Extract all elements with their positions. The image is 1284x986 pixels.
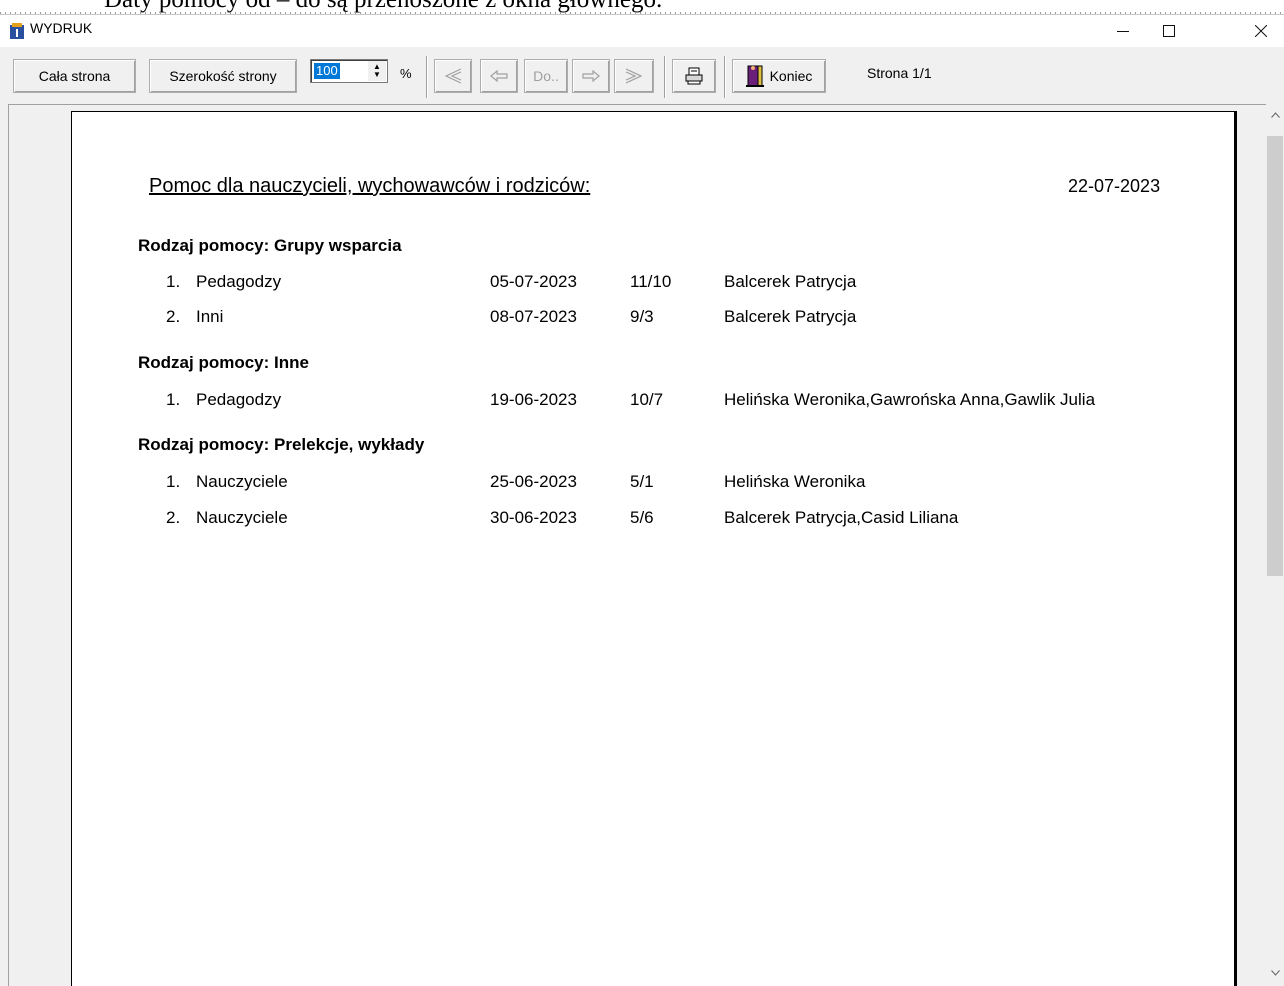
section-heading: Rodzaj pomocy: Inne	[138, 353, 309, 372]
report-date: 22-07-2023	[1068, 176, 1161, 196]
row-code: 5/1	[630, 472, 654, 491]
row-name: Pedagodzy	[196, 390, 282, 409]
title-bar[interactable]: WYDRUK	[0, 15, 1284, 47]
separator	[724, 56, 726, 98]
row-name: Nauczyciele	[196, 508, 288, 527]
close-button[interactable]	[1238, 15, 1284, 47]
printer-icon	[685, 67, 703, 85]
row-name: Pedagodzy	[196, 272, 282, 291]
zoom-input[interactable]: 100 ▲ ▼	[310, 59, 388, 83]
row-number: 1.	[166, 472, 181, 491]
table-row: 1. Pedagodzy 05-07-2023 11/10 Balcerek P…	[72, 272, 1234, 296]
toolbar: Cała strona Szerokość strony 100 ▲ ▼ % D…	[8, 48, 1284, 104]
goto-page-button[interactable]: Do..	[524, 59, 568, 93]
print-preview-window: WYDRUK Cała strona Szerokość strony 100 …	[0, 14, 1284, 986]
next-page-button[interactable]	[572, 59, 610, 93]
first-page-button[interactable]	[434, 59, 472, 93]
chevron-up-icon	[1270, 112, 1280, 118]
preview-viewport[interactable]: Pomoc dla nauczycieli, wychowawców i rod…	[8, 104, 1267, 986]
maximize-button[interactable]	[1146, 15, 1192, 47]
row-date: 30-06-2023	[490, 508, 577, 527]
print-button[interactable]	[672, 59, 716, 93]
prev-page-button[interactable]	[480, 59, 518, 93]
row-code: 10/7	[630, 390, 664, 409]
row-date: 08-07-2023	[490, 307, 577, 326]
full-page-button[interactable]: Cała strona	[13, 59, 136, 93]
row-name: Inni	[196, 307, 224, 326]
row-date: 19-06-2023	[490, 390, 577, 409]
close-icon	[1255, 25, 1267, 37]
row-number: 2.	[166, 307, 181, 326]
row-date: 25-06-2023	[490, 472, 577, 491]
vertical-scrollbar[interactable]	[1266, 104, 1284, 986]
exit-label: Koniec	[769, 68, 813, 84]
row-persons: Helińska Weronika	[724, 472, 866, 491]
next-page-icon	[582, 69, 600, 83]
page-status: Strona 1/1	[867, 65, 932, 81]
row-number: 1.	[166, 390, 181, 409]
report-title: Pomoc dla nauczycieli, wychowawców i rod…	[149, 175, 591, 197]
minimize-button[interactable]	[1100, 15, 1146, 47]
scroll-down-button[interactable]	[1266, 964, 1284, 982]
first-page-icon	[444, 68, 462, 84]
minimize-icon	[1117, 31, 1129, 32]
row-code: 5/6	[630, 508, 654, 527]
spin-down-icon: ▼	[373, 70, 381, 79]
row-persons: Balcerek Patrycja,Casid Liliana	[724, 508, 959, 527]
exit-button[interactable]: Koniec	[732, 59, 826, 93]
table-row: 1. Pedagodzy 19-06-2023 10/7 Helińska We…	[72, 390, 1234, 414]
section-heading: Rodzaj pomocy: Prelekcje, wykłady	[138, 435, 425, 454]
row-persons: Balcerek Patrycja	[724, 272, 857, 291]
table-row: 2. Inni 08-07-2023 9/3 Balcerek Patrycja	[72, 307, 1234, 331]
zoom-value: 100	[314, 63, 340, 79]
separator	[426, 56, 428, 98]
page-width-button[interactable]: Szerokość strony	[149, 59, 297, 93]
report-page: Pomoc dla nauczycieli, wychowawców i rod…	[71, 111, 1237, 986]
scroll-thumb[interactable]	[1267, 136, 1283, 576]
separator	[664, 56, 666, 98]
chevron-down-icon	[1270, 970, 1280, 976]
section-heading: Rodzaj pomocy: Grupy wsparcia	[138, 236, 402, 255]
row-date: 05-07-2023	[490, 272, 577, 291]
row-persons: Balcerek Patrycja	[724, 307, 857, 326]
prev-page-icon	[490, 69, 508, 83]
last-page-icon	[625, 68, 643, 84]
row-code: 9/3	[630, 307, 654, 326]
zoom-unit: %	[400, 66, 412, 81]
row-persons: Helińska Weronika,Gawrońska Anna,Gawlik …	[724, 390, 1096, 409]
row-name: Nauczyciele	[196, 472, 288, 491]
table-row: 2. Nauczyciele 30-06-2023 5/6 Balcerek P…	[72, 508, 1234, 532]
app-icon	[10, 23, 24, 39]
exit-door-icon	[745, 65, 764, 87]
row-number: 2.	[166, 508, 181, 527]
zoom-spinner[interactable]: ▲ ▼	[368, 61, 386, 81]
window-title: WYDRUK	[30, 20, 93, 36]
last-page-button[interactable]	[614, 59, 654, 93]
maximize-icon	[1163, 25, 1175, 37]
row-code: 11/10	[630, 272, 672, 291]
scroll-up-button[interactable]	[1266, 106, 1284, 124]
table-row: 1. Nauczyciele 25-06-2023 5/1 Helińska W…	[72, 472, 1234, 496]
row-number: 1.	[166, 272, 181, 291]
